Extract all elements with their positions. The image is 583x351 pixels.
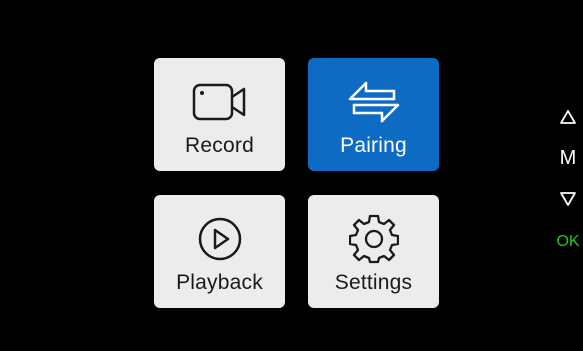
down-button[interactable] bbox=[553, 191, 583, 207]
menu-tile-label: Pairing bbox=[340, 134, 407, 157]
triangle-up-icon bbox=[560, 110, 576, 124]
ok-button[interactable]: OK bbox=[553, 233, 583, 251]
menu-tile-label: Settings bbox=[334, 271, 413, 294]
menu-tile-settings[interactable]: Settings bbox=[308, 195, 439, 308]
swap-arrows-icon bbox=[344, 78, 404, 126]
menu-tile-playback[interactable]: Playback bbox=[154, 195, 285, 308]
mode-button[interactable]: M bbox=[553, 147, 583, 170]
menu-tile-pairing[interactable]: Pairing bbox=[308, 58, 439, 171]
play-circle-icon bbox=[190, 215, 250, 263]
menu-tile-record[interactable]: Record bbox=[154, 58, 285, 171]
menu-tile-label: Playback bbox=[176, 271, 263, 294]
menu-tile-label: Record bbox=[185, 134, 254, 157]
gear-icon bbox=[344, 214, 404, 264]
video-camera-icon bbox=[190, 78, 250, 126]
up-button[interactable] bbox=[553, 109, 583, 125]
triangle-down-icon bbox=[560, 192, 576, 206]
